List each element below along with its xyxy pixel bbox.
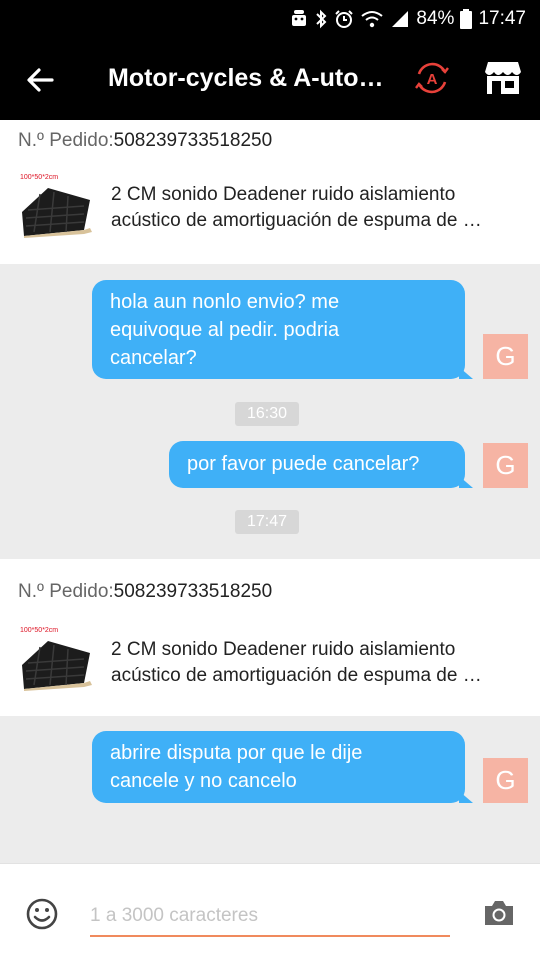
message-bubble[interactable]: abrire disputa por que le dije cancele y…	[92, 731, 473, 803]
alarm-icon	[334, 9, 354, 29]
emoji-button[interactable]	[25, 897, 59, 931]
product-thumbnail: 100*50*2cm	[20, 174, 92, 238]
message-input[interactable]	[90, 897, 450, 937]
battery-percent: 84%	[416, 8, 455, 29]
status-bar: 84% 17:47	[0, 0, 540, 38]
signal-icon	[390, 9, 410, 29]
wifi-icon	[360, 9, 384, 29]
store-icon	[485, 62, 521, 94]
order-card[interactable]: N.º Pedido:508239733518250 100*50*2cm 2 …	[0, 559, 540, 716]
product-thumbnail: 100*50*2cm	[20, 627, 92, 691]
arrow-left-icon	[27, 68, 54, 92]
message-composer	[0, 863, 540, 960]
store-brand-button[interactable]: A	[414, 60, 450, 96]
product-title: 2 CM sonido Deadener ruido aislamiento a…	[111, 639, 482, 686]
camera-button[interactable]	[482, 898, 516, 928]
avatar[interactable]: G	[483, 443, 528, 488]
order-card[interactable]: N.º Pedido:508239733518250 100*50*2cm 2 …	[0, 120, 540, 264]
android-icon	[290, 9, 308, 29]
message-bubble[interactable]: por favor puede cancelar?	[169, 441, 473, 488]
page-title: Motor-cycles & A-uto…	[108, 64, 384, 92]
brand-badge-icon: A	[415, 62, 449, 94]
svg-text:100*50*2cm: 100*50*2cm	[20, 627, 58, 634]
bluetooth-icon	[314, 9, 328, 29]
smiley-icon	[26, 898, 58, 930]
product-title: 2 CM sonido Deadener ruido aislamiento a…	[111, 184, 482, 231]
avatar[interactable]: G	[483, 758, 528, 803]
back-button[interactable]	[22, 62, 58, 98]
order-number: N.º Pedido:508239733518250	[18, 130, 273, 151]
camera-icon	[485, 901, 513, 925]
battery-icon	[460, 9, 473, 29]
avatar[interactable]: G	[483, 334, 528, 379]
clock: 17:47	[478, 8, 526, 29]
svg-text:100*50*2cm: 100*50*2cm	[20, 174, 58, 181]
svg-text:A: A	[427, 71, 438, 88]
timestamp: 16:30	[235, 402, 300, 426]
timestamp: 17:47	[235, 510, 300, 534]
message-bubble[interactable]: hola aun nonlo envio? me equivoque al pe…	[92, 280, 473, 379]
app-bar: Motor-cycles & A-uto… A	[0, 38, 540, 120]
order-number: N.º Pedido:508239733518250	[18, 581, 273, 602]
store-button[interactable]	[484, 60, 522, 96]
